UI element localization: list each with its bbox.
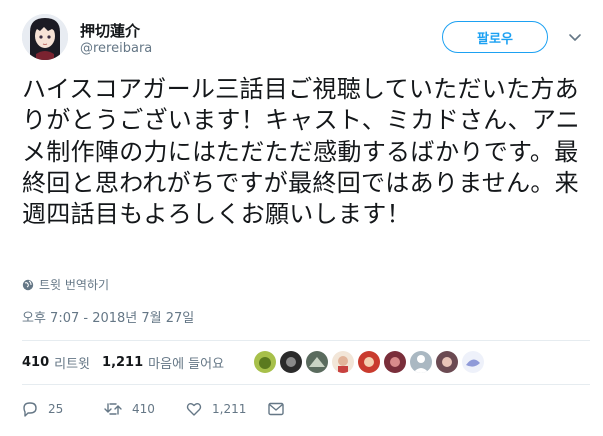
liker-avatar-4[interactable]: [332, 351, 355, 373]
retweet-icon: [104, 403, 122, 415]
tweet-timestamp[interactable]: 오후 7:07 - 2018년 7월 27일: [22, 307, 194, 326]
likes-stat[interactable]: 1,211 마음에 들어요: [102, 353, 224, 372]
liker-avatar-6[interactable]: [384, 351, 407, 373]
tweet-header: 押切蓮介 @rereibara 팔로우: [22, 14, 592, 64]
tweet-stats: 410 리트윗 1,211 마음에 들어요: [22, 344, 488, 380]
liker-avatar-2[interactable]: [280, 351, 303, 373]
tweet-actions: 25 410 1,211: [22, 397, 294, 421]
retweet-button[interactable]: 410: [104, 401, 186, 417]
reply-count: 25: [48, 402, 64, 416]
tweet-text: ハイスコアガール三話目ご視聴していただいた方ありがとうございます！キャスト、ミカ…: [22, 75, 580, 229]
author-avatar[interactable]: [22, 14, 68, 60]
author-name[interactable]: 押切蓮介: [80, 20, 140, 41]
likes-label: 마음에 들어요: [148, 356, 225, 372]
more-options-caret[interactable]: [566, 28, 584, 46]
heart-icon: [186, 403, 202, 416]
divider-top: [22, 340, 590, 341]
author-handle[interactable]: @rereibara: [80, 41, 152, 56]
like-count: 1,211: [212, 402, 247, 416]
chevron-down-icon: [569, 34, 581, 41]
liker-avatars: [254, 351, 488, 373]
likes-count: 1,211: [102, 354, 144, 370]
like-button[interactable]: 1,211: [186, 401, 268, 417]
retweets-count: 410: [22, 354, 50, 370]
reply-button[interactable]: 25: [22, 401, 104, 417]
liker-avatar-5[interactable]: [358, 351, 381, 373]
globe-icon: [22, 279, 34, 290]
avatar-anime-girl-icon: [22, 14, 68, 60]
liker-avatar-3[interactable]: [306, 351, 329, 373]
divider-bottom: [22, 384, 590, 385]
reply-icon: [23, 402, 37, 417]
direct-message-button[interactable]: [268, 402, 294, 416]
translate-label: 트윗 번역하기: [39, 278, 110, 292]
liker-avatar-9[interactable]: [462, 351, 485, 373]
translate-tweet-link[interactable]: 트윗 번역하기: [22, 276, 109, 293]
liker-avatar-7[interactable]: [410, 351, 433, 373]
liker-avatar-1[interactable]: [254, 351, 277, 373]
liker-avatar-8[interactable]: [436, 351, 459, 373]
envelope-icon: [268, 402, 284, 416]
retweets-label: 리트윗: [54, 356, 91, 372]
retweet-count: 410: [132, 402, 155, 416]
retweets-stat[interactable]: 410 리트윗: [22, 353, 90, 372]
follow-button[interactable]: 팔로우: [442, 21, 548, 53]
